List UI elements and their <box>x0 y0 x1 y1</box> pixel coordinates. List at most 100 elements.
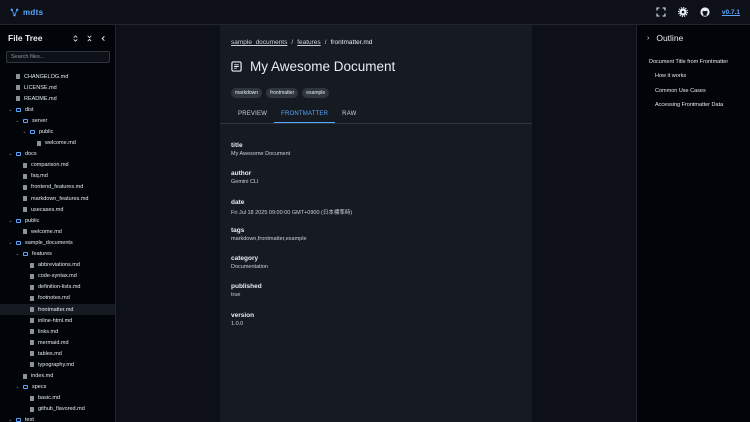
frontmatter-row: published true <box>231 283 352 311</box>
file-icon <box>30 340 34 346</box>
tree-folder[interactable]: ⌄ public <box>0 215 115 226</box>
tree-item-label: tables.md <box>38 350 62 357</box>
breadcrumb-features[interactable]: features <box>297 39 321 46</box>
tree-item-label: features <box>32 251 52 258</box>
file-tree-sidebar: File Tree CHANGELOG.md LICENSE.md README.m… <box>0 25 116 422</box>
github-icon[interactable] <box>700 7 710 17</box>
tree-item-label: comparison.md <box>31 162 69 169</box>
settings-gear-icon[interactable] <box>677 7 688 17</box>
tree-file[interactable]: code-syntax.md <box>0 271 115 282</box>
tree-item-label: inline-html.md <box>38 317 73 324</box>
frontmatter-row: tags markdown,frontmatter,example <box>231 227 352 255</box>
tree-file[interactable]: faq.md <box>0 171 115 182</box>
tree-item-label: public <box>39 129 54 136</box>
tree-file[interactable]: CHANGELOG.md <box>0 71 115 82</box>
tree-file[interactable]: basic.md <box>0 393 115 404</box>
tree-file[interactable]: typography.md <box>0 359 115 370</box>
tree-folder[interactable]: ⌄ test <box>0 415 115 422</box>
outline-list: Document Title from Frontmatter How it w… <box>637 51 750 112</box>
tree-file[interactable]: links.md <box>0 326 115 337</box>
tree-item-label: welcome.md <box>45 140 76 147</box>
tab-raw[interactable]: RAW <box>335 105 363 123</box>
tree-item-label: code-syntax.md <box>38 273 77 280</box>
tag-chip[interactable]: frontmatter <box>266 88 299 98</box>
outline-item[interactable]: Common Use Cases <box>637 84 750 98</box>
document-title-row: My Awesome Document <box>231 59 395 74</box>
tree-folder[interactable]: ⌄ features <box>0 249 115 260</box>
chevron-down-icon[interactable]: ⌄ <box>22 129 27 135</box>
tree-file[interactable]: tables.md <box>0 348 115 359</box>
tree-folder[interactable]: ⌄ sample_documents <box>0 237 115 248</box>
tag-chip[interactable]: example <box>302 88 330 98</box>
tree-file[interactable]: definition-lists.md <box>0 282 115 293</box>
fullscreen-icon[interactable] <box>656 7 666 17</box>
tab-preview[interactable]: PREVIEW <box>231 105 274 123</box>
tree-file[interactable]: comparison.md <box>0 160 115 171</box>
tree-item-label: definition-lists.md <box>38 284 81 291</box>
chevron-down-icon[interactable]: ⌄ <box>15 251 20 257</box>
chevron-down-icon[interactable]: ⌄ <box>15 384 20 390</box>
chevron-down-icon[interactable]: ⌄ <box>8 218 13 224</box>
tree-item-label: specs <box>32 384 47 391</box>
collapse-sidebar-icon[interactable] <box>100 34 107 42</box>
chevron-down-icon[interactable]: ⌄ <box>15 118 20 124</box>
chevron-right-icon[interactable]: › <box>647 35 649 42</box>
outline-item[interactable]: Accessing Frontmatter Data <box>637 98 750 112</box>
tree-file[interactable]: frontmatter.md <box>0 303 115 316</box>
tree-file[interactable]: frontend_features.md <box>0 182 115 193</box>
outline-item[interactable]: How it works <box>637 69 750 83</box>
tree-folder[interactable]: ⌄ docs <box>0 149 115 160</box>
tree-file[interactable]: github_flavored.md <box>0 404 115 415</box>
tree-folder[interactable]: ⌄ server <box>0 115 115 126</box>
app-logo[interactable]: mdts <box>10 8 43 17</box>
tree-file[interactable]: mermaid.md <box>0 337 115 348</box>
tree-file[interactable]: abbreviations.md <box>0 260 115 271</box>
tree-file[interactable]: README.md <box>0 93 115 104</box>
expand-all-icon[interactable] <box>72 34 79 42</box>
tag-chip[interactable]: markdown <box>231 88 263 98</box>
frontmatter-value: Fri Jul 18 2025 09:00:00 GMT+0900 (日本標準時… <box>231 209 353 216</box>
tree-file[interactable]: inline-html.md <box>0 315 115 326</box>
folder-icon <box>16 240 21 245</box>
file-search-input[interactable] <box>6 51 110 63</box>
tree-item-label: usecases.md <box>31 206 64 213</box>
collapse-all-icon[interactable] <box>86 34 93 42</box>
tree-file[interactable]: usecases.md <box>0 204 115 215</box>
tree-item-label: links.md <box>38 328 59 335</box>
tree-file[interactable]: LICENSE.md <box>0 82 115 93</box>
chevron-down-icon[interactable]: ⌄ <box>8 240 13 246</box>
tag-list: markdown frontmatter example <box>231 88 330 98</box>
frontmatter-value: markdown,frontmatter,example <box>231 235 307 242</box>
frontmatter-row: version 1.0.0 <box>231 312 352 340</box>
tree-item-label: dist <box>25 106 34 113</box>
folder-icon <box>23 118 28 123</box>
tab-frontmatter[interactable]: FRONTMATTER <box>274 105 336 123</box>
file-icon <box>23 229 27 235</box>
tree-folder[interactable]: ⌄ specs <box>0 382 115 393</box>
chevron-down-icon[interactable]: ⌄ <box>8 107 13 113</box>
tabs-divider <box>220 123 532 124</box>
tree-file[interactable]: markdown_features.md <box>0 193 115 204</box>
file-icon <box>23 162 27 168</box>
file-icon <box>30 273 34 279</box>
folder-icon <box>30 130 35 135</box>
outline-item[interactable]: Document Title from Frontmatter <box>637 55 750 69</box>
tree-file[interactable]: index.md <box>0 371 115 382</box>
document-panel: sample_documents / features / frontmatte… <box>220 25 532 422</box>
tree-item-label: faq.md <box>31 173 48 180</box>
page-title: My Awesome Document <box>250 59 396 74</box>
chevron-down-icon[interactable]: ⌄ <box>8 151 13 157</box>
tree-folder[interactable]: ⌄ public <box>0 126 115 137</box>
tree-file[interactable]: welcome.md <box>0 226 115 237</box>
tree-item-label: docs <box>25 151 37 158</box>
frontmatter-key: date <box>231 198 245 206</box>
frontmatter-row: category Documentation <box>231 255 352 283</box>
tree-file[interactable]: welcome.md <box>0 138 115 149</box>
tree-folder[interactable]: ⌄ dist <box>0 104 115 115</box>
tree-file[interactable]: footnotes.md <box>0 293 115 304</box>
chevron-down-icon[interactable]: ⌄ <box>8 417 13 422</box>
file-icon <box>30 318 34 324</box>
version-link[interactable]: v0.7.1 <box>722 9 740 16</box>
folder-icon <box>16 218 21 223</box>
breadcrumb-sample-documents[interactable]: sample_documents <box>231 39 287 46</box>
